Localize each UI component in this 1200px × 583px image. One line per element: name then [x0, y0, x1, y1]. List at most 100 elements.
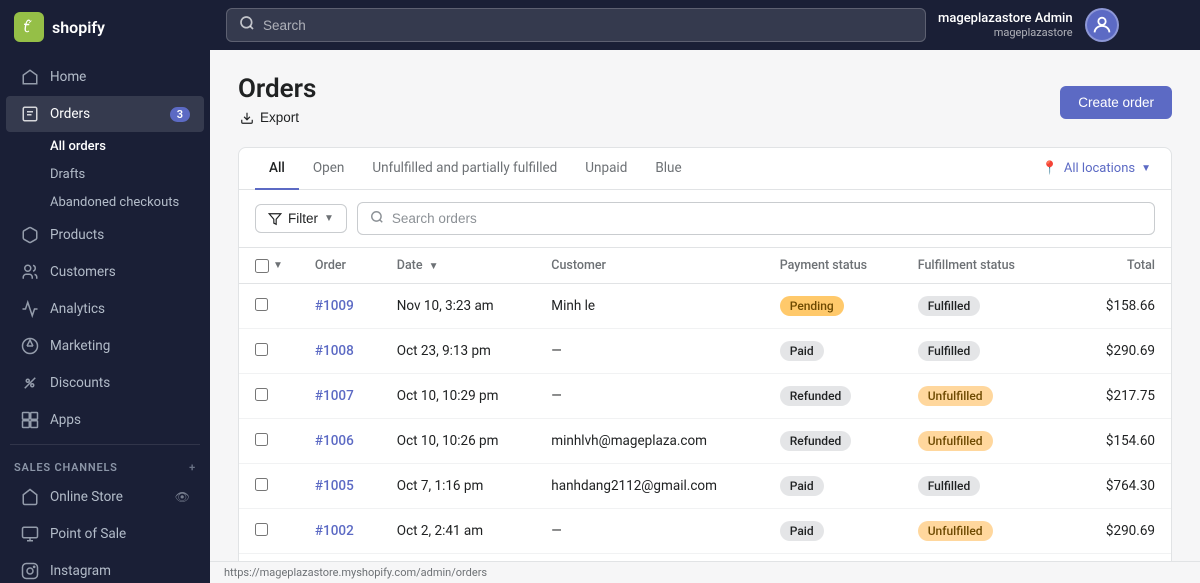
sidebar-item-marketing[interactable]: Marketing	[6, 328, 204, 364]
user-info[interactable]: mageplazastore Admin mageplazastore	[938, 11, 1073, 39]
orders-card: All Open Unfulfilled and partially fulfi…	[238, 147, 1172, 561]
sidebar-subitem-drafts[interactable]: Drafts	[6, 161, 204, 188]
tab-open[interactable]: Open	[299, 148, 358, 190]
row-customer: —	[535, 329, 763, 374]
order-link[interactable]: #1002	[315, 523, 354, 539]
tab-blue[interactable]: Blue	[641, 148, 695, 190]
sidebar-item-products[interactable]: Products	[6, 217, 204, 253]
chevron-down-icon: ▼	[1141, 163, 1151, 174]
row-checkbox-cell	[239, 419, 299, 464]
row-payment-status: Paid	[764, 509, 902, 554]
page-title: Orders	[238, 74, 316, 104]
sales-channels-section: SALES CHANNELS +	[0, 451, 210, 478]
row-customer: —	[535, 509, 763, 554]
filter-chevron-icon: ▼	[324, 213, 334, 224]
search-orders-input[interactable]	[392, 211, 1142, 226]
payment-status-badge: Paid	[780, 476, 824, 496]
user-name: mageplazastore Admin	[938, 11, 1073, 26]
sidebar-logo[interactable]: shopify	[0, 0, 210, 54]
export-button[interactable]: Export	[238, 104, 301, 131]
col-date[interactable]: Date ▼	[381, 248, 536, 284]
select-all-checkbox[interactable]	[255, 259, 269, 273]
location-filter[interactable]: 📍 All locations ▼	[1038, 153, 1155, 184]
avatar[interactable]	[1085, 8, 1119, 42]
sidebar-subitem-all-orders[interactable]: All orders	[6, 133, 204, 160]
row-checkbox-cell	[239, 509, 299, 554]
col-payment-status: Payment status	[764, 248, 902, 284]
create-order-button[interactable]: Create order	[1060, 86, 1172, 119]
tabs-bar: All Open Unfulfilled and partially fulfi…	[239, 148, 1171, 190]
tab-unfulfilled[interactable]: Unfulfilled and partially fulfilled	[358, 148, 571, 190]
search-bar[interactable]	[226, 8, 926, 42]
sidebar-subitem-abandoned[interactable]: Abandoned checkouts	[6, 189, 204, 216]
col-total: Total	[1065, 248, 1171, 284]
row-order: #1008	[299, 329, 381, 374]
row-checkbox-cell	[239, 464, 299, 509]
row-date: Oct 10, 10:29 pm	[381, 374, 536, 419]
discounts-icon	[20, 373, 40, 393]
search-icon	[239, 15, 255, 35]
order-link[interactable]: #1009	[315, 298, 354, 314]
sidebar-item-discounts[interactable]: Discounts	[6, 365, 204, 401]
col-fulfillment-status: Fulfillment status	[902, 248, 1066, 284]
sidebar-item-home[interactable]: Home	[6, 59, 204, 95]
tab-all[interactable]: All	[255, 148, 299, 190]
sidebar-navigation: Home Orders 3 All orders Drafts Abandone…	[0, 54, 210, 583]
row-order: #1006	[299, 419, 381, 464]
tab-unpaid[interactable]: Unpaid	[571, 148, 641, 190]
table-toolbar: Filter ▼	[239, 190, 1171, 248]
orders-badge: 3	[170, 107, 190, 122]
sidebar-item-apps[interactable]: Apps	[6, 402, 204, 438]
row-fulfillment-status: Partially Fulfilled	[902, 554, 1066, 562]
row-payment-status: Paid	[764, 329, 902, 374]
row-fulfillment-status: Unfulfilled	[902, 509, 1066, 554]
statusbar: https://mageplazastore.myshopify.com/adm…	[210, 561, 1200, 583]
row-total: $290.69	[1065, 329, 1171, 374]
row-customer: hanhdang2112@gmail.com	[535, 464, 763, 509]
row-checkbox[interactable]	[255, 298, 268, 311]
payment-status-badge: Refunded	[780, 386, 852, 406]
row-customer: —	[535, 374, 763, 419]
sidebar-item-instagram-label: Instagram	[50, 563, 111, 579]
row-total: $154.60	[1065, 419, 1171, 464]
sidebar-item-orders[interactable]: Orders 3	[6, 96, 204, 132]
pos-icon	[20, 524, 40, 544]
sidebar-item-home-label: Home	[50, 69, 86, 85]
sidebar-item-instagram[interactable]: Instagram	[6, 553, 204, 583]
search-input[interactable]	[263, 18, 913, 33]
eye-icon[interactable]: 👁	[175, 490, 190, 504]
sidebar-item-apps-label: Apps	[50, 412, 81, 428]
add-sales-channel-icon[interactable]: +	[189, 461, 196, 474]
order-link[interactable]: #1008	[315, 343, 354, 359]
row-checkbox[interactable]	[255, 478, 268, 491]
sidebar-item-analytics-label: Analytics	[50, 301, 105, 317]
customers-icon	[20, 262, 40, 282]
sidebar-item-customers[interactable]: Customers	[6, 254, 204, 290]
order-link[interactable]: #1006	[315, 433, 354, 449]
filter-icon	[268, 212, 282, 226]
sidebar-item-online-store[interactable]: Online Store 👁	[6, 479, 204, 515]
order-link[interactable]: #1005	[315, 478, 354, 494]
row-checkbox[interactable]	[255, 523, 268, 536]
sidebar-item-point-of-sale[interactable]: Point of Sale	[6, 516, 204, 552]
row-checkbox-cell	[239, 284, 299, 329]
search-orders-bar[interactable]	[357, 202, 1155, 235]
row-date: 2, 2:12 am	[381, 554, 536, 562]
fulfillment-status-badge: Unfulfilled	[918, 521, 993, 541]
shopify-logo-icon	[14, 12, 44, 42]
filter-button[interactable]: Filter ▼	[255, 204, 347, 233]
row-total: $290.69	[1065, 509, 1171, 554]
row-checkbox[interactable]	[255, 433, 268, 446]
sidebar-item-customers-label: Customers	[50, 264, 116, 280]
col-order: Order	[299, 248, 381, 284]
sidebar-divider	[10, 444, 200, 445]
row-checkbox[interactable]	[255, 388, 268, 401]
row-payment-status: Refunded	[764, 419, 902, 464]
payment-status-badge: Paid	[780, 521, 824, 541]
sidebar-item-analytics[interactable]: Analytics	[6, 291, 204, 327]
row-checkbox[interactable]	[255, 343, 268, 356]
checkbox-dropdown-icon[interactable]: ▼	[273, 260, 283, 271]
row-order: #1001	[299, 554, 381, 562]
topbar: mageplazastore Admin mageplazastore	[210, 0, 1200, 50]
order-link[interactable]: #1007	[315, 388, 354, 404]
